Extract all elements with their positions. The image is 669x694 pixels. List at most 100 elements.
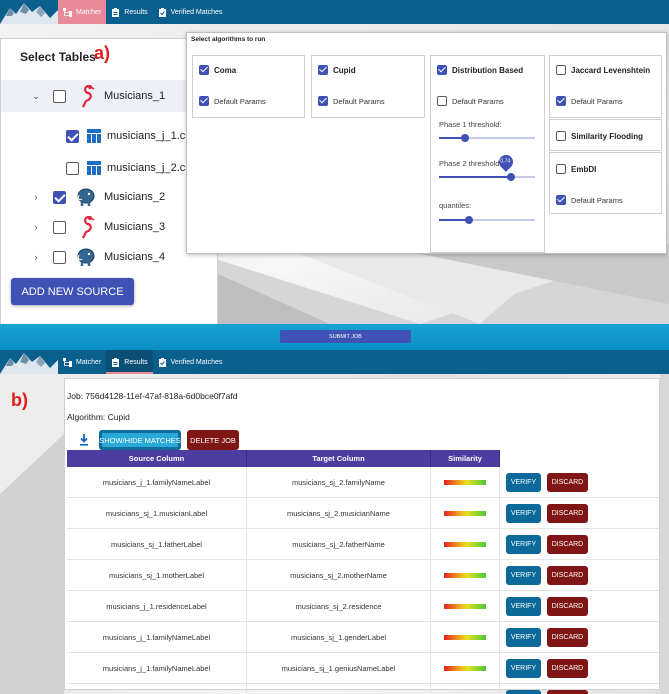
similarity-cell bbox=[431, 560, 500, 590]
nav-verified-matches[interactable]: Verified Matches bbox=[153, 350, 228, 374]
verify-button[interactable]: VERIFY bbox=[506, 503, 541, 523]
add-new-source-button[interactable]: ADD NEW SOURCE bbox=[11, 278, 134, 305]
checkbox-musicians-j-2-csv[interactable] bbox=[66, 161, 79, 175]
chevron-right-icon[interactable]: › bbox=[29, 222, 43, 232]
checkbox-embdi-default-params[interactable] bbox=[556, 195, 566, 205]
embdi-default-params[interactable]: Default Params bbox=[556, 195, 623, 205]
verify-button[interactable]: VERIFY bbox=[506, 565, 541, 585]
quantiles-slider-knob[interactable] bbox=[465, 216, 473, 224]
algo-cupid[interactable]: Cupid bbox=[318, 65, 356, 75]
quantiles-slider[interactable] bbox=[439, 216, 535, 224]
submit-job-button[interactable]: SUBMIT JOB bbox=[280, 330, 411, 343]
actions-cell: VERIFY DISCARD bbox=[500, 591, 659, 621]
nav-verified-matches[interactable]: Verified Matches bbox=[153, 0, 228, 24]
nav-matcher[interactable]: Matcher bbox=[58, 0, 107, 24]
download-icon[interactable] bbox=[79, 433, 89, 446]
target-column-cell: musicians_sj_2.familyName bbox=[247, 467, 431, 497]
algo-similarity-flooding[interactable]: Similarity Flooding bbox=[556, 131, 643, 141]
checkbox-jaccard-default-params[interactable] bbox=[556, 96, 566, 106]
actions-cell: VERIFY DISCARD bbox=[500, 622, 659, 652]
flamingo-icon bbox=[80, 215, 96, 239]
discard-button[interactable]: DISCARD bbox=[547, 658, 588, 678]
nav-results[interactable]: Results bbox=[106, 350, 153, 374]
show-hide-matches-button[interactable]: SHOW/HIDE MATCHES bbox=[99, 430, 181, 450]
algo-card-embdi: EmbDI Default Params bbox=[549, 152, 662, 214]
similarity-bar bbox=[444, 603, 486, 609]
chevron-down-icon[interactable]: ⌄ bbox=[29, 91, 43, 102]
source-column-cell: musicians_j_1.familyNameLabel bbox=[67, 622, 247, 652]
cupid-default-params[interactable]: Default Params bbox=[318, 96, 385, 106]
similarity-bar bbox=[444, 572, 486, 578]
panel-b-label: b) bbox=[11, 390, 28, 410]
discard-button[interactable]: DISCARD bbox=[547, 596, 588, 616]
nav-matcher[interactable]: Matcher bbox=[58, 350, 106, 374]
mountain-logo bbox=[0, 350, 58, 374]
chevron-right-icon[interactable]: › bbox=[29, 192, 43, 202]
discard-button[interactable]: DISCARD bbox=[547, 503, 588, 523]
discard-button[interactable]: DISCARD bbox=[547, 565, 588, 585]
checkbox-coma-default-params[interactable] bbox=[199, 96, 209, 106]
verify-button[interactable]: VERIFY bbox=[506, 596, 541, 616]
flamingo-icon bbox=[80, 84, 96, 108]
table-row: musicians_j_1.musicianmusicians_sj_2.mus… bbox=[67, 684, 659, 694]
target-column-cell: musicians_sj_2.fatherName bbox=[247, 529, 431, 559]
checkbox-cupid[interactable] bbox=[318, 65, 328, 75]
phase1-threshold-slider[interactable] bbox=[439, 134, 535, 142]
similarity-cell bbox=[431, 591, 500, 621]
similarity-cell bbox=[431, 653, 500, 683]
checkbox-musicians-3[interactable] bbox=[53, 220, 66, 234]
chevron-right-icon[interactable]: › bbox=[29, 252, 43, 262]
verify-button[interactable]: VERIFY bbox=[506, 658, 541, 678]
verify-button[interactable]: VERIFY bbox=[506, 627, 541, 647]
checkbox-distribution-default-params[interactable] bbox=[437, 96, 447, 106]
verify-button[interactable]: VERIFY bbox=[506, 534, 541, 554]
delete-job-button[interactable]: DELETE JOB bbox=[187, 430, 239, 450]
checkbox-similarity-flooding[interactable] bbox=[556, 131, 566, 141]
discard-button[interactable]: DISCARD bbox=[547, 627, 588, 647]
tree-icon bbox=[63, 357, 72, 367]
discard-button[interactable]: DISCARD bbox=[547, 534, 588, 554]
algo-distribution-based[interactable]: Distribution Based bbox=[437, 65, 523, 75]
algo-embdi[interactable]: EmbDI bbox=[556, 164, 596, 174]
checkbox-coma[interactable] bbox=[199, 65, 209, 75]
table-body: musicians_j_1.familyNameLabel musicians_s… bbox=[67, 467, 659, 694]
header-source-column[interactable]: Source Column bbox=[67, 450, 247, 467]
checkbox-jaccard-levenshtein[interactable] bbox=[556, 65, 566, 75]
source-column-cell: musicians_j_1.musician bbox=[67, 684, 247, 694]
header-target-column[interactable]: Target Column bbox=[247, 450, 431, 467]
checkbox-musicians-2[interactable] bbox=[53, 190, 66, 204]
checkbox-cupid-default-params[interactable] bbox=[318, 96, 328, 106]
discard-button[interactable]: DISCARD bbox=[547, 472, 588, 492]
source-column-cell: musicians_j_1.residenceLabel bbox=[67, 591, 247, 621]
bottom-navbar: Matcher Results Verified Matches bbox=[0, 350, 669, 374]
clipboard-check-icon bbox=[158, 7, 167, 17]
phase1-slider-knob[interactable] bbox=[461, 134, 469, 142]
nav-verified-label: Verified Matches bbox=[170, 8, 223, 16]
phase2-slider-knob[interactable] bbox=[507, 173, 515, 181]
checkbox-musicians-4[interactable] bbox=[53, 250, 66, 264]
table-row: musicians_j_1.familyNameLabel musicians_s… bbox=[67, 467, 659, 498]
checkbox-embdi[interactable] bbox=[556, 164, 566, 174]
checkbox-musicians-j-1-csv[interactable] bbox=[66, 129, 79, 143]
algo-jaccard-levenshtein[interactable]: Jaccard Levenshtein bbox=[556, 65, 650, 75]
nav-results[interactable]: Results bbox=[106, 0, 152, 24]
similarity-bar bbox=[444, 510, 486, 516]
table-row: musicians_sj_1.fatherLabel musicians_sj_2… bbox=[67, 529, 659, 560]
algo-coma[interactable]: Coma bbox=[199, 65, 236, 75]
nav-matcher-label: Matcher bbox=[76, 358, 102, 366]
table-icon bbox=[87, 129, 101, 143]
discard-button[interactable]: DISCARD bbox=[547, 689, 588, 694]
checkbox-distribution-based[interactable] bbox=[437, 65, 447, 75]
verify-button[interactable]: VERIFY bbox=[506, 689, 541, 694]
source-column-cell: musicians_j_1.familyNameLabel bbox=[67, 467, 247, 497]
jaccard-default-params[interactable]: Default Params bbox=[556, 96, 623, 106]
phase2-threshold-slider[interactable] bbox=[439, 173, 535, 181]
phase2-value-bubble: 0.74 bbox=[496, 152, 516, 172]
coma-default-params[interactable]: Default Params bbox=[199, 96, 266, 106]
checkbox-musicians-1[interactable] bbox=[53, 89, 66, 103]
header-similarity[interactable]: Similarity bbox=[431, 450, 500, 467]
tree-item-label: musicians_j_1.csv bbox=[107, 130, 197, 142]
target-column-cell: musicians_sj_2.residence bbox=[247, 591, 431, 621]
verify-button[interactable]: VERIFY bbox=[506, 472, 541, 492]
distribution-default-params[interactable]: Default Params bbox=[437, 96, 504, 106]
